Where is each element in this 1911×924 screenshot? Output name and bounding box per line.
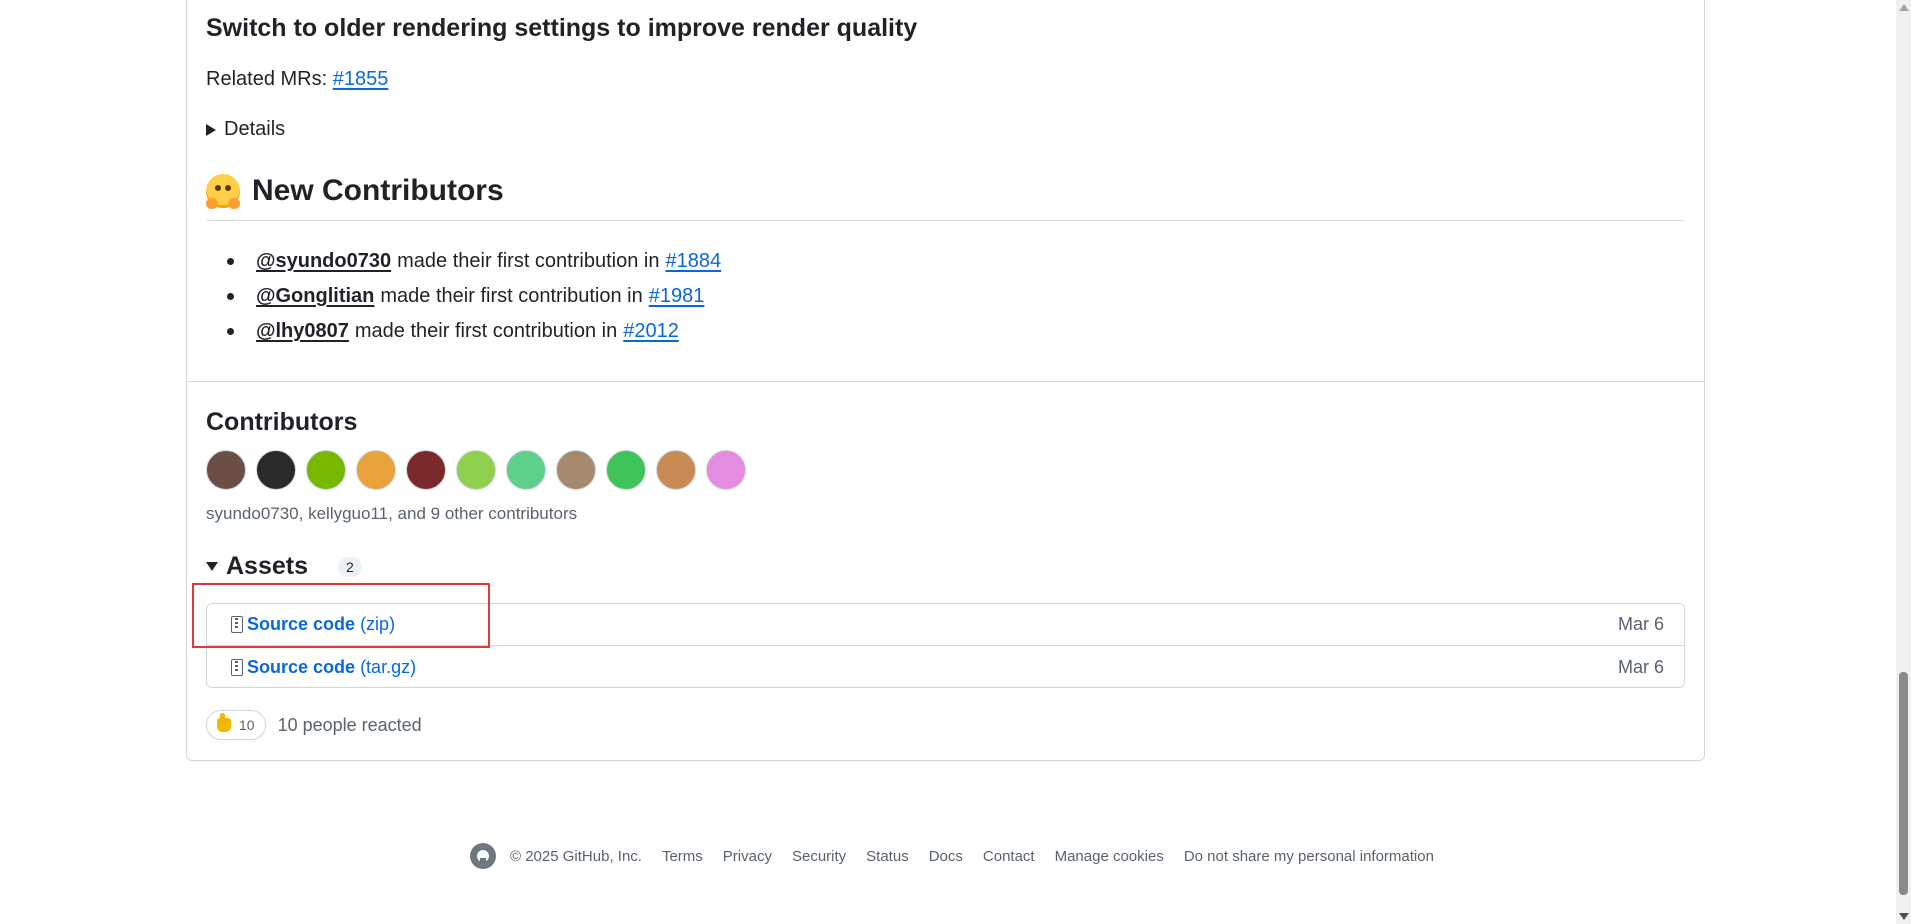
pr-link[interactable]: #2012 [623,320,679,343]
caret-right-icon [206,123,216,136]
asset-name: Source code [247,614,356,634]
file-zip-icon [231,616,243,633]
new-contributors-title: New Contributors [252,174,504,207]
asset-download-link[interactable]: Source code (zip) [247,614,395,635]
scroll-up-arrow-icon[interactable] [1899,4,1909,11]
asset-row: Source code (tar.gz) Mar 6 [207,646,1684,688]
contributor-link[interactable]: @lhy0807 [256,320,349,343]
asset-date: Mar 6 [1617,656,1664,677]
assets-count-badge: 2 [338,556,362,577]
list-item: @Gonglitian made their first contributio… [206,279,721,314]
avatar[interactable] [506,450,546,490]
hugging-face-emoji-icon [206,174,240,209]
details-toggle[interactable]: Details [206,118,285,141]
avatar[interactable] [556,450,596,490]
contribution-text: made their first contribution in [354,320,618,342]
reactions-bar: 10 10 people reacted [206,710,422,740]
copyright: © 2025 GitHub, Inc. [510,847,642,865]
site-footer: © 2025 GitHub, Inc. Terms Privacy Securi… [470,843,1454,869]
avatar[interactable] [606,450,646,490]
section-divider [186,381,1705,382]
asset-download-link[interactable]: Source code (tar.gz) [247,657,416,678]
details-label: Details [224,118,286,140]
asset-name: Source code [247,656,356,677]
scroll-thumb[interactable] [1899,672,1908,895]
footer-link-security[interactable]: Security [792,848,846,865]
related-mr-link[interactable]: #1855 [333,68,389,90]
page-scrollbar[interactable] [1896,0,1911,924]
footer-link-manage-cookies[interactable]: Manage cookies [1055,848,1164,865]
footer-link-docs[interactable]: Docs [929,848,963,865]
contribution-text: made their first contribution in [380,285,643,307]
asset-date: Mar 6 [1617,614,1664,634]
list-item: @lhy0807 made their first contribution i… [206,314,721,349]
contributors-heading: Contributors [206,408,358,436]
avatar[interactable] [306,450,346,490]
footer-link-terms[interactable]: Terms [662,848,703,865]
new-contributors-list: @syundo0730 made their first contributio… [206,244,721,349]
avatar[interactable] [206,450,246,490]
contributors-summary: syundo0730, kellyguo11, and 9 other cont… [206,504,578,523]
footer-link-privacy[interactable]: Privacy [723,848,772,865]
caret-down-icon [206,562,218,571]
footer-link-contact[interactable]: Contact [983,848,1035,865]
reaction-count: 10 [239,717,255,733]
new-contributors-heading: New Contributors [206,174,504,209]
avatar[interactable] [706,450,746,490]
section-heading: Switch to older rendering settings to im… [206,14,918,42]
avatar[interactable] [356,450,396,490]
contributor-link[interactable]: @syundo0730 [256,250,391,273]
avatar[interactable] [456,450,496,490]
footer-link-status[interactable]: Status [866,848,909,865]
reaction-summary: 10 people reacted [277,714,422,735]
contribution-text: made their first contribution in [397,250,660,272]
thumbs-up-reaction-button[interactable]: 10 [206,710,266,740]
list-item: @syundo0730 made their first contributio… [206,244,721,279]
footer-link-do-not-share[interactable]: Do not share my personal information [1184,848,1434,865]
avatar[interactable] [406,450,446,490]
file-zip-icon [231,658,243,676]
pr-link[interactable]: #1981 [649,285,705,308]
related-label: Related MRs: [206,68,328,90]
bullet-icon [227,258,234,265]
avatar[interactable] [656,450,696,490]
contributor-link[interactable]: @Gonglitian [256,285,374,308]
scroll-down-arrow-icon[interactable] [1899,913,1909,920]
asset-format: (tar.gz) [360,656,417,677]
bullet-icon [227,328,234,335]
related-mrs: Related MRs: #1855 [206,68,388,91]
assets-list: Source code (zip) Mar 6 Source code (tar… [206,603,1685,688]
assets-toggle[interactable]: Assets 2 [206,552,362,581]
assets-title: Assets [226,552,308,580]
github-logo-icon[interactable] [470,843,496,869]
contributor-avatars [206,450,746,490]
avatar[interactable] [256,450,296,490]
heading-divider [206,220,1685,221]
asset-row: Source code (zip) Mar 6 [207,604,1684,646]
bullet-icon [227,293,234,300]
asset-format: (zip) [360,614,396,634]
thumbs-up-icon [217,713,231,732]
pr-link[interactable]: #1884 [665,250,721,273]
